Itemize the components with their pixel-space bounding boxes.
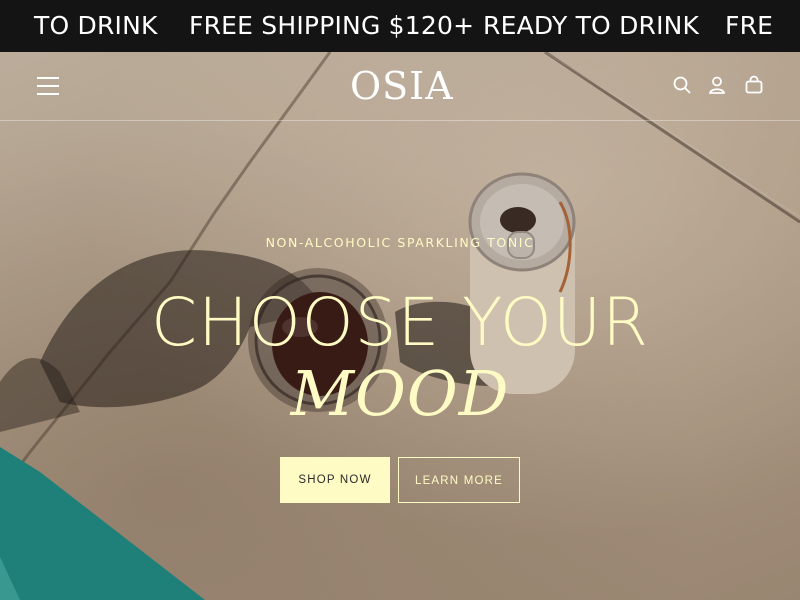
brand-logo[interactable]: OSIA [350, 60, 453, 112]
announcement-message: FRE [725, 11, 774, 40]
cart-icon[interactable] [744, 75, 764, 95]
hero-headline-accent: MOOD [290, 357, 510, 430]
announcement-message: READY TO DRINK [483, 11, 700, 40]
hamburger-menu-icon[interactable] [37, 75, 60, 97]
hero-eyebrow: NON-ALCOHOLIC SPARKLING TONIC [265, 235, 535, 250]
account-icon[interactable] [707, 75, 727, 95]
announcement-bar: TO DRINK FREE SHIPPING $120+ READY TO DR… [0, 0, 800, 52]
shop-now-button[interactable]: SHOP NOW [280, 457, 390, 503]
search-icon[interactable] [672, 75, 692, 95]
announcement-message: FREE SHIPPING $120+ [189, 11, 475, 40]
learn-more-button[interactable]: LEARN MORE [398, 457, 520, 503]
announcement-message: TO DRINK [34, 11, 158, 40]
hero-headline: CHOOSE YOUR [150, 284, 649, 361]
site-header: OSIA [0, 52, 800, 121]
